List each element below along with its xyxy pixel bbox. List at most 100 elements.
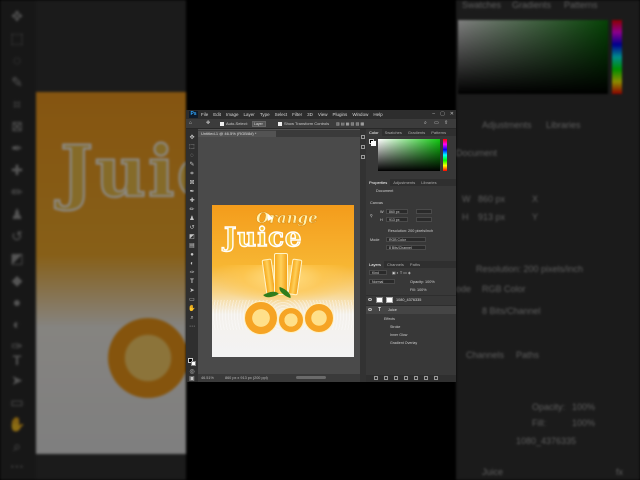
maximize-icon[interactable]: ▢ <box>440 111 445 117</box>
layer-kind-filter[interactable]: Kind <box>369 270 387 275</box>
tab-properties[interactable]: Properties <box>366 179 391 186</box>
layer-row-text[interactable]: T Juice <box>366 305 456 314</box>
history-panel-icon[interactable] <box>361 135 365 139</box>
crop-tool-icon[interactable]: ⌗ <box>188 171 196 178</box>
close-icon[interactable]: ✕ <box>450 111 454 117</box>
adjustment-layer-icon[interactable] <box>404 376 408 380</box>
stamp-tool-icon[interactable]: ♟ <box>188 216 196 223</box>
tab-gradients[interactable]: Gradients <box>405 129 428 136</box>
home-icon[interactable]: ⌂ <box>189 120 192 126</box>
search-icon[interactable]: ⌕ <box>424 120 427 126</box>
rectangle-tool-icon[interactable]: ▭ <box>188 297 196 304</box>
type-tool-icon[interactable]: T <box>188 279 196 286</box>
auto-select-checkbox[interactable] <box>220 122 224 126</box>
menu-image[interactable]: Image <box>226 112 239 117</box>
background-color-swatch[interactable] <box>191 361 196 366</box>
effect-inner-glow[interactable]: Inner Glow <box>390 333 407 337</box>
effect-stroke[interactable]: Stroke <box>390 325 400 329</box>
menu-type[interactable]: Type <box>260 112 270 117</box>
tab-patterns[interactable]: Patterns <box>428 129 449 136</box>
new-layer-icon[interactable] <box>424 376 428 380</box>
dodge-tool-icon[interactable]: ◐ <box>188 261 196 268</box>
auto-select-target-dropdown[interactable]: Layer <box>252 121 266 127</box>
tab-adjustments[interactable]: Adjustments <box>390 179 418 186</box>
menu-select[interactable]: Select <box>275 112 288 117</box>
tab-libraries[interactable]: Libraries <box>418 179 439 186</box>
new-group-icon[interactable] <box>414 376 418 380</box>
hand-tool-icon[interactable]: ✋ <box>188 306 196 313</box>
brush-panel-icon[interactable] <box>361 155 365 159</box>
tab-channels[interactable]: Channels <box>384 261 407 268</box>
path-select-icon[interactable]: ➤ <box>188 288 196 295</box>
frame-tool-icon[interactable]: ⊠ <box>188 180 196 187</box>
hue-slider[interactable] <box>443 139 447 171</box>
menu-window[interactable]: Window <box>352 112 368 117</box>
menu-3d[interactable]: 3D <box>307 112 313 117</box>
move-tool-options-icon[interactable]: ✥ <box>206 120 210 126</box>
tab-color[interactable]: Color <box>366 129 382 136</box>
canvas-workarea[interactable]: Orange Juice <box>198 137 360 374</box>
pen-tool-icon[interactable]: ✑ <box>188 270 196 277</box>
show-transform-checkbox[interactable] <box>278 122 282 126</box>
layer-name[interactable]: Juice <box>388 308 397 312</box>
lasso-tool-icon[interactable]: ◌ <box>188 153 196 160</box>
opacity-control[interactable]: Opacity: 100% <box>410 280 435 284</box>
menu-edit[interactable]: Edit <box>213 112 221 117</box>
menu-file[interactable]: File <box>201 112 208 117</box>
marquee-tool-icon: ⬚ <box>10 30 24 46</box>
menu-plugins[interactable]: Plugins <box>333 112 348 117</box>
share-icon[interactable]: ⇪ <box>444 120 448 126</box>
workspace-icon[interactable]: ▭ <box>434 120 439 126</box>
height-field[interactable]: 913 px <box>386 217 408 222</box>
visibility-eye-icon[interactable] <box>368 298 372 301</box>
quick-mask-icon[interactable]: ◎ <box>188 369 196 376</box>
tab-layers[interactable]: Layers <box>366 261 385 268</box>
tab-swatches[interactable]: Swatches <box>382 129 405 136</box>
eraser-tool-icon[interactable]: ◩ <box>188 234 196 241</box>
link-dimensions-icon[interactable]: ⚲ <box>370 213 373 218</box>
eyedropper-icon[interactable]: ✒ <box>188 189 196 196</box>
history-brush-icon[interactable]: ↺ <box>188 225 196 232</box>
zoom-tool-icon[interactable]: ⌕ <box>188 315 196 322</box>
layer-name[interactable]: 1080_4376335 <box>396 298 421 302</box>
blend-mode-dropdown[interactable]: Normal <box>369 279 395 284</box>
fill-control[interactable]: Fill: 100% <box>410 288 427 292</box>
minimize-icon[interactable]: – <box>432 111 435 117</box>
gradient-tool-icon[interactable]: ▤ <box>188 243 196 250</box>
document-tab[interactable]: Untitled-1 @ 46.5% (RGB/8#) * <box>198 130 276 137</box>
x-field[interactable] <box>416 209 432 214</box>
properties-panel-icon[interactable] <box>361 145 365 149</box>
zoom-level[interactable]: 46.51% <box>201 376 214 380</box>
delete-layer-icon[interactable] <box>434 376 438 380</box>
menu-view[interactable]: View <box>318 112 328 117</box>
panel-background-swatch[interactable] <box>371 141 376 146</box>
more-tools-icon[interactable]: ⋯ <box>188 324 196 331</box>
menu-layer[interactable]: Layer <box>244 112 255 117</box>
move-tool-icon[interactable]: ✥ <box>188 135 196 142</box>
layer-filter-icons[interactable]: ▣ ◐ T ▭ ◈ <box>392 270 411 275</box>
layer-row-image[interactable]: 1080_4376335 <box>366 295 456 304</box>
link-layers-icon[interactable] <box>374 376 378 380</box>
brush-tool-icon[interactable]: ✏ <box>188 207 196 214</box>
tab-paths[interactable]: Paths <box>407 261 423 268</box>
bit-depth-dropdown[interactable]: 8 Bits/Channel <box>386 245 426 250</box>
horizontal-scrollbar[interactable] <box>296 376 326 379</box>
y-field[interactable] <box>416 217 432 222</box>
effect-gradient-overlay[interactable]: Gradient Overlay <box>390 341 417 345</box>
width-field[interactable]: 860 px <box>386 209 408 214</box>
align-icons[interactable]: ▥ ▤ ▦ ▧ ▨ ▩ <box>336 121 364 126</box>
add-mask-icon[interactable] <box>394 376 398 380</box>
status-bar: 46.51% 860 px x 913 px (200 ppi) <box>198 374 360 382</box>
healing-brush-icon[interactable]: ✚ <box>188 198 196 205</box>
blur-tool-icon[interactable]: ● <box>188 252 196 259</box>
artboard-canvas[interactable]: Orange Juice <box>212 205 354 357</box>
quick-select-icon[interactable]: ✎ <box>188 162 196 169</box>
mode-dropdown[interactable]: RGB Color <box>386 237 426 242</box>
color-field[interactable] <box>378 139 440 171</box>
menu-filter[interactable]: Filter <box>292 112 302 117</box>
fx-icon[interactable] <box>384 376 388 380</box>
visibility-eye-icon[interactable] <box>368 308 372 311</box>
menu-help[interactable]: Help <box>373 112 382 117</box>
marquee-tool-icon[interactable]: ⬚ <box>188 144 196 151</box>
screen-mode-icon[interactable]: ▣ <box>188 376 196 382</box>
